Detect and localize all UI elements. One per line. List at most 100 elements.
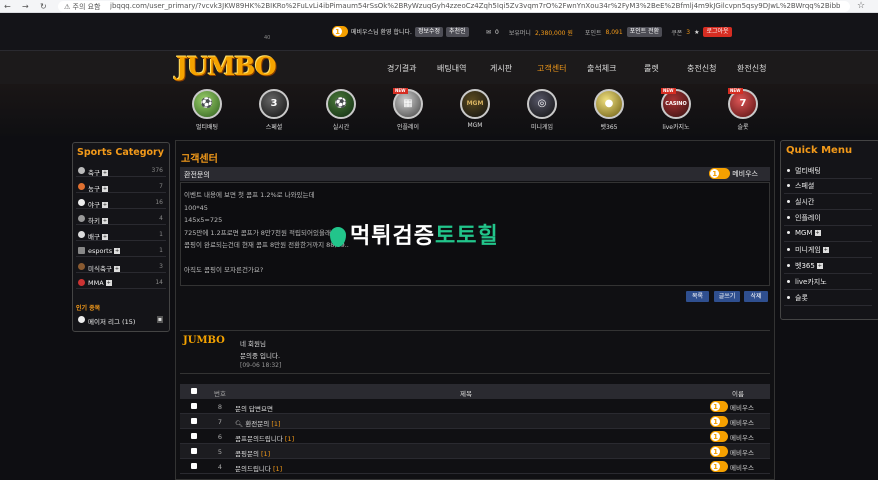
quick-item-inplay[interactable]: 인플레이 — [784, 213, 872, 226]
profile-edit-button[interactable]: 정보수정 — [414, 26, 444, 37]
sport-name: 하키 — [88, 217, 100, 225]
game-special[interactable]: 3 스페셜 — [249, 89, 299, 131]
menu-bet-history[interactable]: 배팅내역 — [437, 63, 466, 74]
row-subject[interactable]: 문의드립니다 — [235, 465, 271, 473]
row-checkbox[interactable] — [191, 418, 197, 424]
table-row[interactable]: 7 🔍︎ 환전문의 [1] 1 메비우스 — [180, 414, 770, 429]
quick-item-bet365[interactable]: 벳365 + — [784, 261, 872, 274]
menu-withdraw[interactable]: 환전신청 — [737, 63, 766, 74]
game-mini[interactable]: ◎ 미니게임 — [517, 89, 567, 131]
logout-button[interactable]: 로그아웃 — [703, 27, 732, 37]
sport-name: 배구 — [88, 233, 100, 241]
menu-roulette[interactable]: 룰렛 — [644, 63, 659, 74]
sport-item-basketball[interactable]: 농구 +7 — [76, 181, 166, 193]
game-slot[interactable]: NEW 7 슬롯 — [718, 88, 768, 131]
sport-item-esports[interactable]: esports +1 — [76, 245, 166, 257]
row-comment-count: [1] — [271, 420, 281, 428]
table-row[interactable]: 5 콤핑문의 [1] 1 메비우스 — [180, 444, 770, 459]
level-icon: 1 — [710, 461, 721, 472]
popular-item-icon: ▪ — [156, 316, 163, 323]
list-button[interactable]: 목록 — [686, 291, 709, 302]
menu-customer-center[interactable]: 고객센터 — [537, 63, 566, 74]
game-multi[interactable]: ⚽ 멀티배팅 — [182, 89, 232, 131]
game-label: MGM — [467, 122, 483, 129]
player-icon: ⚽ — [334, 98, 348, 109]
game-live[interactable]: ⚽ 실시간 — [316, 89, 366, 131]
point-convert-button[interactable]: 포인트 전환 — [626, 27, 663, 37]
sport-item-mma[interactable]: MMA +14 — [76, 277, 166, 289]
bullet-icon — [787, 280, 790, 283]
sport-item-baseball[interactable]: 야구 +16 — [76, 197, 166, 209]
game-mgm[interactable]: MGM MGM — [450, 89, 500, 129]
quick-item-label: 인플레이 — [795, 214, 821, 222]
sport-item-football[interactable]: 미식축구 +3 — [76, 261, 166, 273]
quick-item-mgm[interactable]: MGM + — [784, 229, 872, 242]
sport-count: 14 — [155, 279, 163, 286]
recommend-button[interactable]: 추천인 — [446, 26, 469, 37]
quick-item-mini[interactable]: 미니게임 + — [784, 245, 872, 258]
row-subject[interactable]: 환전문의 — [245, 420, 269, 428]
menu-board[interactable]: 게시판 — [490, 63, 512, 74]
row-checkbox[interactable] — [191, 448, 197, 454]
table-row[interactable]: 4 문의드립니다 [1] 1 메비우스 — [180, 459, 770, 474]
money-value: 2,380,000 원 — [534, 29, 573, 37]
row-comment-count: [1] — [261, 450, 271, 458]
row-checkbox[interactable] — [191, 463, 197, 469]
row-subject[interactable]: 문의 답변요면 — [235, 405, 273, 413]
row-name: 메비우스 — [730, 448, 754, 457]
menu-attendance[interactable]: 출석체크 — [587, 63, 616, 74]
game-casino[interactable]: NEW CASINO live카지노 — [651, 88, 701, 131]
level-icon: 1 — [710, 416, 721, 427]
quick-item-label: 스페셜 — [795, 182, 815, 190]
message-count[interactable]: 0 — [495, 29, 499, 36]
row-no: 4 — [217, 463, 223, 471]
game-inplay[interactable]: NEW ▦ 인플레이 — [383, 88, 433, 131]
level-badge: 1 — [709, 168, 731, 179]
select-all-checkbox[interactable] — [191, 388, 197, 394]
sport-count: 1 — [159, 247, 163, 254]
menu-results[interactable]: 경기결과 — [387, 63, 416, 74]
reload-icon[interactable]: ↻ — [40, 2, 47, 11]
url-text[interactable]: jbqqq.com/user_primary/?vcvk3JKW89HK%2BI… — [110, 2, 840, 10]
quick-item-slot[interactable]: 슬롯 — [784, 293, 872, 306]
row-checkbox[interactable] — [191, 403, 197, 409]
sport-item-volleyball[interactable]: 배구 +1 — [76, 229, 166, 241]
mail-icon[interactable]: ✉ — [486, 29, 491, 36]
write-button[interactable]: 글쓰기 — [714, 291, 740, 302]
site-logo[interactable]: JUMBO — [176, 52, 277, 81]
money-label: 보유머니 — [508, 29, 531, 37]
row-subject[interactable]: 콤프문의드립니다 — [235, 435, 283, 443]
row-checkbox[interactable] — [191, 433, 197, 439]
star-icon: ★ — [694, 28, 700, 36]
quick-item-multi[interactable]: 멀티배팅 — [784, 166, 872, 179]
table-row[interactable]: 8 문의 답변요면 1 메비우스 — [180, 399, 770, 414]
sport-name: MMA — [88, 279, 104, 287]
inplay-icon: ▦ — [403, 98, 413, 109]
sport-item-soccer[interactable]: 축구 +376 — [76, 165, 166, 177]
quick-item-label: live카지노 — [795, 278, 827, 286]
basketball-icon — [78, 183, 85, 190]
delete-button[interactable]: 삭제 — [744, 291, 768, 302]
quick-menu-title: Quick Menu — [786, 145, 853, 156]
baseball-icon — [78, 199, 85, 206]
quick-item-live[interactable]: 실시간 — [784, 197, 872, 210]
bookmark-star-icon[interactable]: ☆ — [857, 1, 865, 11]
popular-item[interactable]: 메이저 리그 (15) ▪ — [76, 314, 166, 326]
menu-deposit[interactable]: 충전신청 — [687, 63, 716, 74]
row-no: 6 — [217, 433, 223, 441]
sport-name: 농구 — [88, 185, 100, 193]
quick-item-special[interactable]: 스페셜 — [784, 181, 872, 194]
security-warning[interactable]: ⚠ 주의 요함 — [64, 2, 101, 12]
game-bet365[interactable]: ● 벳365 — [584, 89, 634, 131]
quick-item-casino[interactable]: live카지노 — [784, 277, 872, 290]
bullet-icon — [787, 169, 790, 172]
bullet-icon — [787, 216, 790, 219]
page-title: 고객센터 — [181, 154, 218, 165]
sport-item-hockey[interactable]: 하키 +4 — [76, 213, 166, 225]
forward-icon[interactable]: → — [22, 2, 29, 11]
reply-line-1: 네 회원님 — [240, 340, 266, 348]
back-icon[interactable]: ← — [4, 2, 11, 11]
row-subject[interactable]: 콤핑문의 — [235, 450, 259, 458]
table-row[interactable]: 6 콤프문의드립니다 [1] 1 메비우스 — [180, 429, 770, 444]
sport-count: 4 — [159, 215, 163, 222]
